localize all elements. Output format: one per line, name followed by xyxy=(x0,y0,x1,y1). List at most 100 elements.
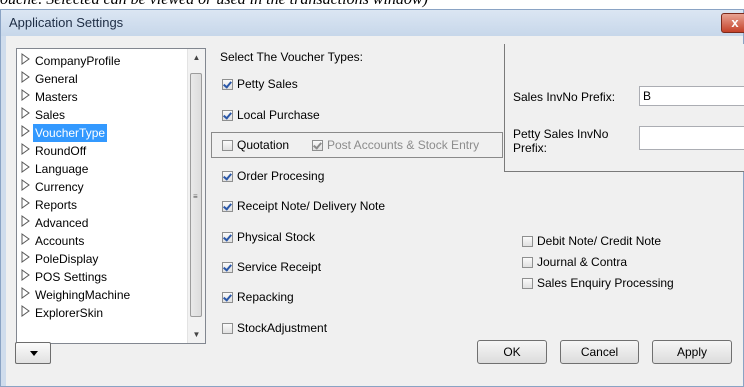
title-bar: Application Settings x xyxy=(1,10,744,36)
repacking-label: Repacking xyxy=(237,290,294,304)
application-settings-dialog: Application Settings x CompanyProfile Ge… xyxy=(0,9,744,387)
tree-item-roundoff[interactable]: RoundOff xyxy=(21,141,88,159)
tree-item-label: WeighingMachine xyxy=(35,287,131,302)
repacking-checkbox[interactable]: Repacking xyxy=(222,289,294,305)
expand-arrow-icon[interactable] xyxy=(21,106,33,124)
tree-item-explorerskin[interactable]: ExplorerSkin xyxy=(21,303,105,321)
checkbox-checked-icon[interactable] xyxy=(222,262,233,273)
checkbox-unchecked-icon[interactable] xyxy=(222,323,233,334)
settings-tree[interactable]: CompanyProfile General Masters Sales Vou… xyxy=(16,48,206,344)
tree-item-label: General xyxy=(35,71,78,86)
expand-arrow-icon[interactable] xyxy=(21,88,33,106)
expand-arrow-icon[interactable] xyxy=(21,160,33,178)
invoice-prefix-panel: Sales InvNo Prefix: B Petty Sales InvNo … xyxy=(504,44,744,172)
post-accounts-stock-checkbox[interactable]: Post Accounts & Stock Entry xyxy=(312,137,479,153)
checkbox-unchecked-icon[interactable] xyxy=(522,278,533,289)
expand-arrow-icon[interactable] xyxy=(21,70,33,88)
petty-sales-checkbox[interactable]: Petty Sales xyxy=(222,76,298,92)
tree-item-label: CompanyProfile xyxy=(35,53,121,68)
checkbox-checked-icon[interactable] xyxy=(222,79,233,90)
expand-arrow-icon[interactable] xyxy=(21,268,33,286)
scroll-down-icon[interactable]: ▼ xyxy=(188,326,205,343)
checkbox-checked-icon[interactable] xyxy=(222,171,233,182)
tree-item-label: ExplorerSkin xyxy=(35,305,104,320)
checkbox-unchecked-icon[interactable] xyxy=(522,236,533,247)
tree-item-companyprofile[interactable]: CompanyProfile xyxy=(21,51,122,69)
sales-enquiry-label: Sales Enquiry Processing xyxy=(537,276,674,290)
checkbox-unchecked-icon[interactable] xyxy=(522,257,533,268)
expand-arrow-icon[interactable] xyxy=(21,52,33,70)
stock-adjustment-label: StockAdjustment xyxy=(237,321,328,335)
petty-sales-prefix-input[interactable] xyxy=(639,126,744,150)
petty-sales-prefix-label-line1: Petty Sales InvNo xyxy=(513,127,609,141)
tree-item-vouchertype[interactable]: VoucherType xyxy=(21,123,108,142)
tree-item-weighingmachine[interactable]: WeighingMachine xyxy=(21,285,132,303)
receipt-note-checkbox[interactable]: Receipt Note/ Delivery Note xyxy=(222,198,385,214)
expand-arrow-icon[interactable] xyxy=(21,196,33,214)
tree-item-label: Masters xyxy=(35,89,78,104)
tree-item-advanced[interactable]: Advanced xyxy=(21,213,90,231)
tree-item-masters[interactable]: Masters xyxy=(21,87,80,105)
tree-item-label: VoucherType xyxy=(33,123,108,142)
scroll-up-icon[interactable]: ▲ xyxy=(188,49,205,66)
receipt-note-label: Receipt Note/ Delivery Note xyxy=(237,199,386,213)
dropdown-arrow-button[interactable] xyxy=(15,342,51,364)
sales-invno-prefix-label: Sales InvNo Prefix: xyxy=(513,90,616,104)
checkbox-unchecked-icon[interactable] xyxy=(222,140,233,151)
journal-contra-checkbox[interactable]: Journal & Contra xyxy=(522,254,627,270)
apply-button[interactable]: Apply xyxy=(652,340,732,364)
tree-item-pos-settings[interactable]: POS Settings xyxy=(21,267,109,285)
post-accounts-stock-label: Post Accounts & Stock Entry xyxy=(327,138,480,152)
physical-stock-checkbox[interactable]: Physical Stock xyxy=(222,229,315,245)
service-receipt-checkbox[interactable]: Service Receipt xyxy=(222,259,321,275)
voucher-group-title: Select The Voucher Types: xyxy=(220,50,366,64)
petty-sales-prefix-label-line2: Prefix: xyxy=(513,141,548,155)
expand-arrow-icon[interactable] xyxy=(21,286,33,304)
expand-arrow-icon[interactable] xyxy=(21,142,33,160)
journal-contra-label: Journal & Contra xyxy=(537,255,628,269)
local-purchase-checkbox[interactable]: Local Purchase xyxy=(222,107,320,123)
tree-item-accounts[interactable]: Accounts xyxy=(21,231,86,249)
tree-item-label: Advanced xyxy=(35,215,89,230)
local-purchase-label: Local Purchase xyxy=(237,108,320,122)
tree-item-reports[interactable]: Reports xyxy=(21,195,79,213)
tree-scrollbar[interactable]: ▲ ≡ ▼ xyxy=(187,49,205,343)
ok-button[interactable]: OK xyxy=(477,340,547,364)
checkbox-checked-icon[interactable] xyxy=(222,201,233,212)
tree-item-language[interactable]: Language xyxy=(21,159,90,177)
expand-arrow-icon[interactable] xyxy=(21,124,33,142)
sales-invno-prefix-input[interactable]: B xyxy=(639,86,744,106)
order-processing-checkbox[interactable]: Order Procesing xyxy=(222,168,324,184)
checkbox-checked-icon[interactable] xyxy=(312,140,323,151)
tree-item-label: Sales xyxy=(35,107,66,122)
petty-sales-label: Petty Sales xyxy=(237,77,298,91)
tree-item-label: Language xyxy=(35,161,89,176)
caption-text: ouche. Selected can be viewed or used in… xyxy=(0,0,744,8)
debit-credit-note-checkbox[interactable]: Debit Note/ Credit Note xyxy=(522,233,661,249)
checkbox-checked-icon[interactable] xyxy=(222,110,233,121)
checkbox-checked-icon[interactable] xyxy=(222,292,233,303)
tree-item-general[interactable]: General xyxy=(21,69,80,87)
stock-adjustment-checkbox[interactable]: StockAdjustment xyxy=(222,320,327,336)
expand-arrow-icon[interactable] xyxy=(21,232,33,250)
tree-item-label: RoundOff xyxy=(35,143,87,158)
tree-item-currency[interactable]: Currency xyxy=(21,177,86,195)
expand-arrow-icon[interactable] xyxy=(21,250,33,268)
close-button[interactable]: x xyxy=(721,13,744,33)
tree-item-label: POS Settings xyxy=(35,269,108,284)
cancel-button[interactable]: Cancel xyxy=(560,340,639,364)
service-receipt-label: Service Receipt xyxy=(237,260,322,274)
sales-enquiry-checkbox[interactable]: Sales Enquiry Processing xyxy=(522,275,674,291)
expand-arrow-icon[interactable] xyxy=(21,304,33,322)
tree-item-sales[interactable]: Sales xyxy=(21,105,67,123)
expand-arrow-icon[interactable] xyxy=(21,214,33,232)
dialog-body: CompanyProfile General Masters Sales Vou… xyxy=(6,36,744,386)
checkbox-checked-icon[interactable] xyxy=(222,232,233,243)
scrollbar-thumb[interactable]: ≡ xyxy=(190,73,202,317)
tree-item-label: Currency xyxy=(35,179,84,194)
quotation-checkbox[interactable]: Quotation xyxy=(222,137,289,153)
expand-arrow-icon[interactable] xyxy=(21,178,33,196)
tree-item-poledisplay[interactable]: PoleDisplay xyxy=(21,249,100,267)
physical-stock-label: Physical Stock xyxy=(237,230,316,244)
window-title: Application Settings xyxy=(9,15,124,30)
